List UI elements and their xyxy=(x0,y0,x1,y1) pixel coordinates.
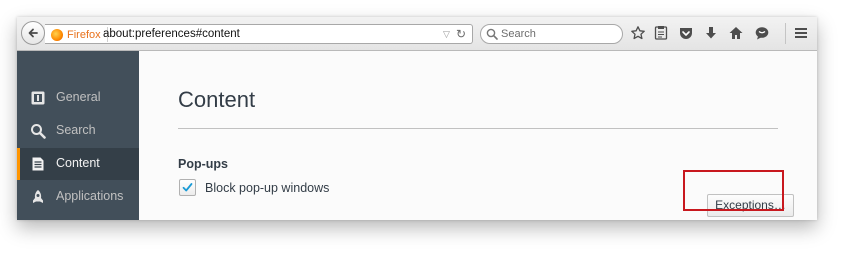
toolbar-separator xyxy=(785,23,786,44)
search-placeholder: Search xyxy=(501,28,536,40)
navigation-toolbar: Firefox about:preferences#content ▽ ↻ Se… xyxy=(17,17,817,51)
preferences-sidebar: General Search Content Applications xyxy=(17,51,139,220)
url-text[interactable]: about:preferences#content xyxy=(103,28,240,40)
chat-icon[interactable] xyxy=(754,25,770,41)
site-identity-label: Firefox xyxy=(67,28,101,41)
block-popups-label[interactable]: Block pop-up windows xyxy=(205,181,329,195)
general-icon xyxy=(31,91,45,105)
url-dropdown-icon[interactable]: ▽ xyxy=(443,29,450,40)
sidebar-item-label: Content xyxy=(56,156,100,170)
title-divider xyxy=(178,128,778,129)
back-button[interactable] xyxy=(21,21,45,45)
home-icon[interactable] xyxy=(728,25,744,41)
menu-icon[interactable] xyxy=(793,25,809,41)
applications-icon xyxy=(33,190,43,203)
page-title: Content xyxy=(178,87,256,112)
checkmark-icon xyxy=(182,183,193,192)
bookmark-star-icon[interactable] xyxy=(630,25,646,41)
site-identity[interactable]: Firefox xyxy=(51,27,108,42)
url-bar[interactable]: Firefox about:preferences#content ▽ ↻ xyxy=(45,24,473,44)
sidebar-item-label: Search xyxy=(56,123,96,137)
popups-heading: Pop-ups xyxy=(178,157,228,171)
reading-list-icon[interactable] xyxy=(653,25,669,41)
search-bar[interactable]: Search xyxy=(480,24,623,44)
sidebar-item-applications[interactable]: Applications xyxy=(17,181,139,213)
highlight-annotation xyxy=(683,170,784,211)
block-popups-checkbox[interactable] xyxy=(179,179,196,196)
sidebar-item-search[interactable]: Search xyxy=(17,115,139,147)
back-arrow-icon xyxy=(28,28,38,38)
sidebar-item-general[interactable]: General xyxy=(17,82,139,114)
search-magnifier-icon xyxy=(486,28,498,40)
search-icon xyxy=(31,124,46,139)
sidebar-item-label: Applications xyxy=(56,189,124,203)
content-icon xyxy=(32,157,44,171)
sidebar-item-content[interactable]: Content xyxy=(17,148,139,180)
pocket-icon[interactable] xyxy=(678,25,694,41)
download-icon[interactable] xyxy=(703,25,719,41)
sidebar-item-label: General xyxy=(56,90,101,104)
reload-icon[interactable]: ↻ xyxy=(456,27,466,41)
screenshot-canvas: Firefox about:preferences#content ▽ ↻ Se… xyxy=(0,0,865,268)
firefox-logo-icon xyxy=(51,28,63,41)
